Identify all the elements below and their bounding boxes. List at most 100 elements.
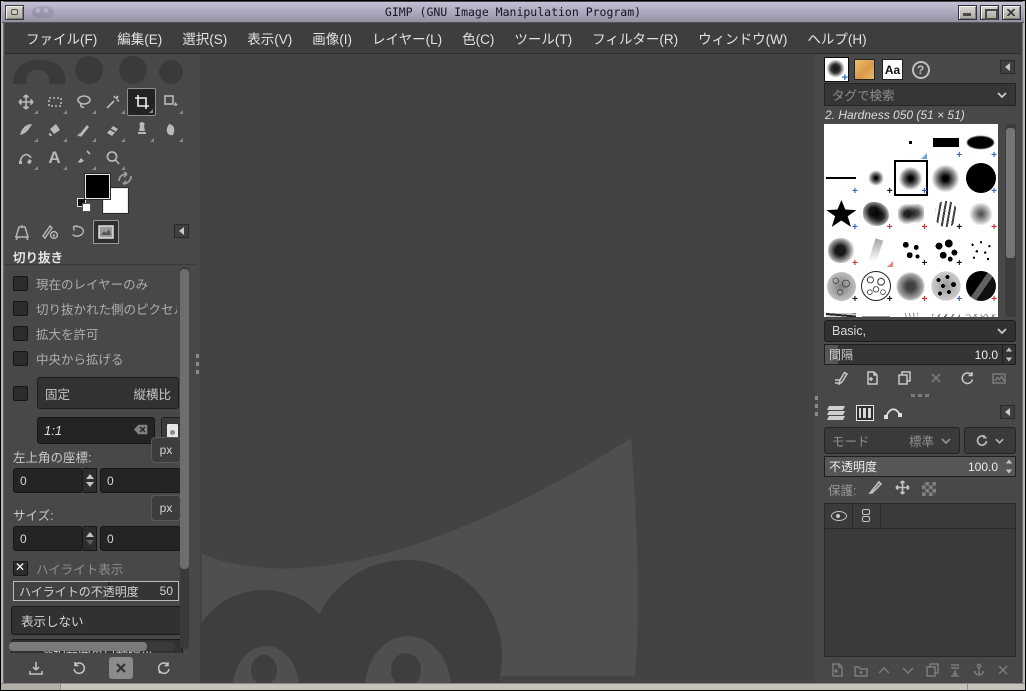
aspect-ratio-input[interactable]: 1:1 (37, 417, 155, 444)
paintbrush-tool-button[interactable] (69, 116, 98, 144)
brush-bark[interactable] (824, 304, 859, 317)
tab-undo-history[interactable] (65, 220, 91, 244)
canvas-area[interactable] (200, 54, 814, 683)
brush-splat[interactable]: + (894, 196, 929, 232)
size-x-input[interactable]: 0 (13, 526, 83, 551)
brush-charcoal[interactable]: + (824, 232, 859, 268)
spacing-spinner[interactable] (1002, 345, 1015, 364)
refresh-brushes-button[interactable] (956, 368, 978, 388)
crop-option-1[interactable]: 切り抜かれた側のピクセルの削除 (13, 298, 177, 318)
brush-pixel[interactable] (894, 124, 929, 160)
layer-mode-switch-button[interactable] (964, 427, 1016, 454)
brush-blank[interactable] (859, 124, 894, 160)
lock-alpha-button[interactable] (922, 482, 936, 496)
brush-round[interactable]: + (963, 160, 998, 196)
maximize-button[interactable] (980, 5, 999, 20)
tab-tool-options[interactable] (9, 220, 35, 244)
tab-images[interactable] (93, 220, 119, 244)
brush-bubbles[interactable]: + (859, 268, 894, 304)
lock-pixels-button[interactable] (868, 480, 883, 498)
brush-dots-md[interactable]: + (928, 232, 963, 268)
brush-soft-md-selected[interactable]: + (894, 160, 929, 196)
checkbox[interactable] (13, 561, 28, 576)
brush-grid-scrollbar[interactable] (1005, 124, 1016, 317)
tab-channels[interactable] (852, 400, 877, 425)
tab-layers[interactable] (824, 400, 849, 425)
size-y-input[interactable]: 0 (100, 526, 181, 551)
brush-grunge[interactable]: + (894, 268, 929, 304)
link-header-toggle[interactable] (853, 504, 881, 528)
guides-combo[interactable]: 表示しない (11, 606, 183, 635)
menu-7[interactable]: ツール(T) (504, 23, 582, 53)
highlight-opacity-slider[interactable]: ハイライトの不透明度50 (13, 581, 179, 601)
window-border-right[interactable] (1022, 1, 1025, 690)
tab-brushes[interactable] (824, 57, 849, 82)
lower-layer-button[interactable] (897, 660, 919, 680)
tab-device-status[interactable] (37, 220, 63, 244)
brush-halfdark[interactable]: + (963, 268, 998, 304)
brush-line[interactable]: + (824, 160, 859, 196)
anchor-layer-button[interactable] (968, 660, 990, 680)
default-colors-icon[interactable] (77, 198, 91, 212)
paths-tool-button[interactable] (11, 144, 40, 172)
close-button[interactable] (1002, 5, 1021, 20)
unified-transform-tool-button[interactable] (156, 88, 185, 116)
title-bar[interactable]: GIMP (GNU Image Manipulation Program) (2, 2, 1024, 23)
open-brush-as-image-button[interactable] (988, 368, 1010, 388)
new-layer-button[interactable] (826, 660, 848, 680)
tool-options-vertical-scrollbar[interactable] (180, 267, 189, 649)
restore-tool-preset-button[interactable] (67, 657, 91, 679)
crop-option-2[interactable]: 拡大を許可 (13, 323, 177, 343)
size-unit-button[interactable]: px (151, 495, 181, 521)
layer-mode-select[interactable]: モード 標準 (824, 427, 960, 454)
fuzzy-select-tool-button[interactable] (98, 88, 127, 116)
brush-sketch[interactable] (963, 304, 998, 317)
tab-menu-button[interactable] (174, 224, 189, 238)
duplicate-layer-button[interactable] (921, 660, 943, 680)
menu-1[interactable]: 編集(E) (107, 23, 172, 53)
brush-dots-fine[interactable] (963, 232, 998, 268)
brush-block[interactable]: + (928, 124, 963, 160)
brush-star[interactable]: + (824, 196, 859, 232)
menu-2[interactable]: 選択(S) (172, 23, 237, 53)
menu-10[interactable]: ヘルプ(H) (797, 23, 876, 53)
position-x-input[interactable]: 0 (13, 468, 83, 493)
lock-position-button[interactable] (895, 480, 910, 498)
brush-spacing-slider[interactable]: 間隔 10.0 (824, 344, 1016, 365)
layers-tab-menu-button[interactable] (1000, 405, 1015, 419)
brush-dots-lg[interactable]: + (894, 232, 929, 268)
brush-strokes[interactable]: + (928, 196, 963, 232)
clear-icon[interactable] (133, 423, 148, 438)
window-border-bottom[interactable] (1, 683, 1025, 690)
new-brush-button[interactable] (861, 368, 883, 388)
brush-cells[interactable]: + (824, 268, 859, 304)
brush-tag-search[interactable]: タグで検索 (824, 83, 1016, 106)
menu-8[interactable]: フィルター(R) (582, 23, 688, 53)
clone-tool-button[interactable] (127, 116, 156, 144)
checkbox[interactable] (13, 326, 28, 341)
swap-colors-icon[interactable] (117, 172, 133, 186)
delete-brush-button[interactable] (925, 368, 947, 388)
raise-layer-button[interactable] (873, 660, 895, 680)
gradient-tool-button[interactable] (11, 116, 40, 144)
visibility-header-toggle[interactable] (825, 504, 853, 528)
window-border-left[interactable] (1, 1, 4, 690)
checkbox[interactable] (13, 386, 28, 401)
tab-paths[interactable] (880, 400, 905, 425)
crop-option-0[interactable]: 現在のレイヤーのみ (13, 273, 177, 293)
checkbox[interactable] (13, 351, 28, 366)
brush-blank[interactable] (824, 124, 859, 160)
minimize-button[interactable] (958, 5, 977, 20)
brush-wisp[interactable] (859, 232, 894, 268)
foreground-color-swatch[interactable] (85, 174, 110, 199)
reset-tool-options-button[interactable] (152, 657, 176, 679)
menu-5[interactable]: レイヤー(L) (362, 23, 452, 53)
crop-tool-button[interactable] (127, 88, 156, 116)
brush-soft-sm[interactable]: + (859, 160, 894, 196)
edit-brush-button[interactable] (830, 368, 852, 388)
delete-tool-preset-button[interactable] (109, 657, 133, 679)
menu-4[interactable]: 画像(I) (302, 23, 362, 53)
delete-layer-button[interactable] (992, 660, 1014, 680)
brush-speckle[interactable]: + (928, 268, 963, 304)
brush-hatch[interactable] (859, 304, 894, 317)
